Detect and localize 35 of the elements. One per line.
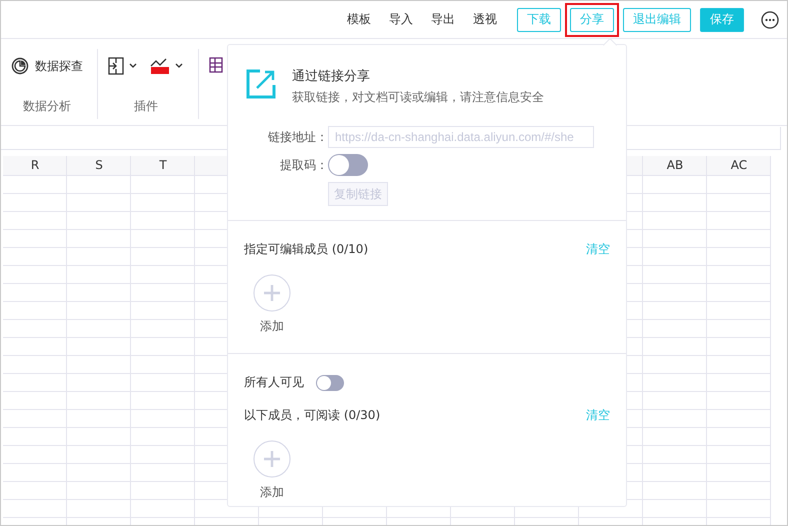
code-toggle[interactable]	[328, 154, 368, 176]
add-button[interactable]	[253, 274, 291, 312]
column-header[interactable]: S	[67, 156, 131, 175]
split-icon	[108, 57, 124, 75]
menu-link[interactable]: 导入	[389, 11, 413, 28]
group-label: 插件	[134, 98, 158, 115]
add-label: 添加	[260, 484, 284, 501]
plugin-dropdown[interactable]	[108, 57, 138, 75]
field-label: 提取码：	[279, 156, 328, 174]
group-label: 数据分析	[23, 98, 71, 115]
visibility-toggle[interactable]	[316, 374, 344, 390]
column-header[interactable]: AB	[643, 156, 707, 175]
share-icon	[246, 69, 276, 99]
add-label: 添加	[260, 318, 284, 335]
column-header[interactable]: T	[131, 156, 195, 175]
members-title: 指定可编辑成员 (0/10)	[244, 241, 368, 258]
chart-icon	[150, 57, 170, 75]
menu-link[interactable]: 透视	[473, 11, 497, 28]
menu-link[interactable]: 导出	[431, 11, 455, 28]
column-header[interactable]: AC	[707, 156, 771, 175]
plugin-dropdown[interactable]	[150, 57, 184, 75]
explore-button[interactable]: 数据探查	[11, 57, 83, 75]
members-title: 以下成员，可阅读 (0/30)	[244, 407, 380, 424]
add-button[interactable]	[253, 440, 291, 478]
field-label: 链接地址：	[267, 128, 328, 146]
caret-icon	[174, 62, 184, 70]
share-description: 获取链接，对文档可读或编辑，请注意信息安全	[292, 89, 544, 106]
more-icon[interactable]	[761, 10, 779, 28]
share-title: 通过链接分享	[292, 68, 371, 85]
chart-icon	[11, 57, 29, 75]
toggle-label: 所有人可见	[244, 374, 304, 391]
menu-link[interactable]: 模板	[347, 11, 371, 28]
column-header[interactable]: R	[3, 156, 67, 175]
table-icon[interactable]	[209, 57, 223, 73]
caret-icon	[128, 62, 138, 70]
